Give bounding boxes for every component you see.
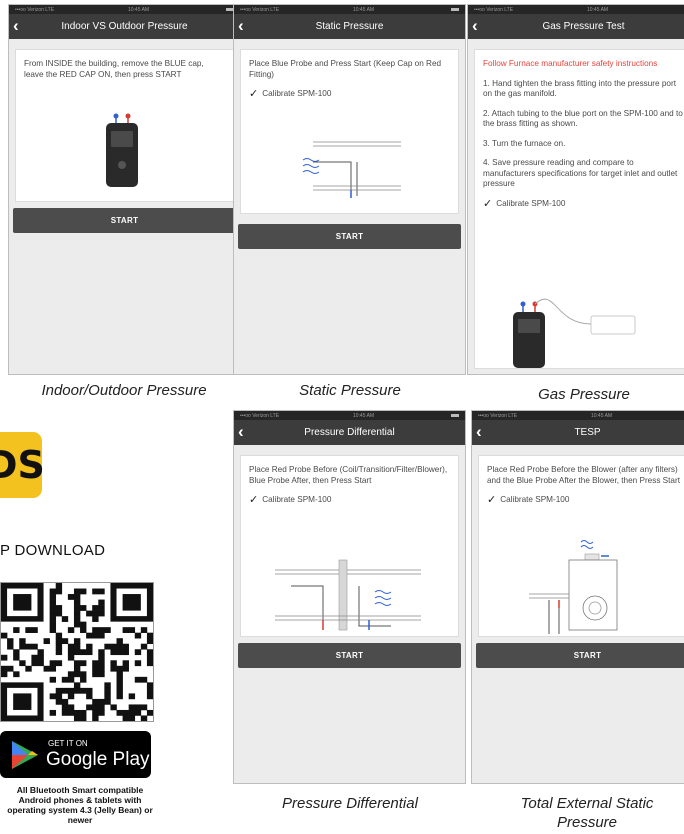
compatibility-main: All Bluetooth Smart compatible Android p… [7,785,153,815]
screen-title: Gas Pressure Test [542,21,625,32]
qr-code-icon [1,583,154,722]
nav-bar: ‹ Indoor VS Outdoor Pressure [9,14,240,39]
step-2: 2. Attach tubing to the blue port on the… [483,108,683,129]
nav-bar: ‹ Gas Pressure Test [468,14,684,39]
screen-title: Pressure Differential [304,427,395,438]
phone-static-pressure: •••oo Verizon LTE 10:45 AM ‹ Static Pres… [233,4,466,375]
step-3: 3. Turn the furnace on. [483,138,566,148]
phone-gas-pressure: •••oo Verizon LTE 10:45 AM ‹ Gas Pressur… [467,4,684,375]
duct-illustration [302,141,401,198]
calibrate-row[interactable]: ✓ Calibrate SPM-100 [249,495,450,506]
nav-bar: ‹ TESP [472,420,684,445]
carrier-label: •••oo Verizon LTE [478,412,518,419]
screen-title: TESP [574,427,601,438]
calibrate-row[interactable]: ✓ Calibrate SPM-100 [487,495,684,506]
battery-icon [448,413,459,419]
carrier-label: •••oo Verizon LTE [240,412,280,419]
start-button[interactable]: START [476,643,684,668]
download-heading: P DOWNLOAD [0,542,106,559]
checkmark-icon: ✓ [249,88,259,100]
instruction-card: Place Blue Probe and Press Start (Keep C… [240,49,459,214]
back-chevron-icon[interactable]: ‹ [13,16,19,36]
back-chevron-icon[interactable]: ‹ [238,422,244,442]
calibrate-label: Calibrate SPM-100 [496,198,566,208]
safety-warning: Follow Furnace manufacturer safety instr… [483,59,658,68]
gas-manifold-illustration [513,298,636,368]
checkmark-icon: ✓ [487,494,497,506]
checkmark-icon: ✓ [249,494,259,506]
checkmark-icon: ✓ [483,197,493,210]
carrier-label: •••oo Verizon LTE [474,6,514,13]
caption-pressure-differential: Pressure Differential [282,795,418,812]
instruction-card: Place Red Probe Before the Blower (after… [478,455,684,637]
instruction-text: Place Blue Probe and Press Start (Keep C… [249,59,442,79]
clock: 10:45 AM [352,6,375,13]
screen-title: Indoor VS Outdoor Pressure [61,21,188,32]
nav-bar: ‹ Static Pressure [234,14,465,39]
caption-tesp-line2: Pressure [556,814,618,831]
status-bar: •••oo Verizon LTE 10:45 AM [9,5,240,14]
calibrate-label: Calibrate SPM-100 [262,495,332,504]
status-bar: •••oo Verizon LTE 10:45 AM [234,411,465,420]
start-button[interactable]: START [238,643,461,668]
qr-code[interactable] [0,582,154,722]
play-store-icon [12,741,38,769]
phone-tesp: •••oo Verizon LTE 10:45 AM ‹ TESP Place … [471,410,684,784]
step-1: 1. Hand tighten the brass fitting into t… [483,78,676,99]
status-bar: •••oo Verizon LTE 10:45 AM [468,5,684,14]
compatibility-tail: newer [67,815,93,825]
caption-static-pressure: Static Pressure [299,382,401,399]
google-play-label: Google Play [46,749,150,770]
phone-indoor-outdoor: •••oo Verizon LTE 10:45 AM ‹ Indoor VS O… [8,4,241,375]
instruction-card: From INSIDE the building, remove the BLU… [15,49,234,202]
caption-tesp-line1: Total External Static [520,795,654,812]
instruction-card: Follow Furnace manufacturer safety instr… [474,49,684,369]
instruction-text: From INSIDE the building, remove the BLU… [24,59,204,79]
caption-indoor-outdoor: Indoor/Outdoor Pressure [41,382,207,399]
back-chevron-icon[interactable]: ‹ [238,16,244,36]
blower-illustration [529,540,618,634]
instruction-card: Place Red Probe Before (Coil/Transition/… [240,455,459,637]
clock: 10:45 AM [590,412,613,419]
clock: 10:45 AM [352,412,375,419]
back-chevron-icon[interactable]: ‹ [472,16,478,36]
start-button[interactable]: START [238,224,461,249]
calibrate-row[interactable]: ✓ Calibrate SPM-100 [249,89,450,100]
step-4: 4. Save pressure reading and compare to … [483,158,678,188]
instruction-text: Place Red Probe Before the Blower (after… [487,465,680,485]
start-button[interactable]: START [13,208,236,233]
status-bar: •••oo Verizon LTE 10:45 AM [472,411,684,420]
coil-illustration [275,559,421,631]
status-bar: •••oo Verizon LTE 10:45 AM [234,5,465,14]
get-it-on-label: GET IT ON [48,739,88,748]
caption-tesp: Total External Static Pressure [467,794,684,832]
instruction-text: Place Red Probe Before (Coil/Transition/… [249,465,448,485]
compatibility-text: All Bluetooth Smart compatible Android p… [0,785,160,825]
google-play-button[interactable]: GET IT ON Google Play [0,731,151,778]
clock: 10:45 AM [127,6,150,13]
carrier-label: •••oo Verizon LTE [15,6,55,13]
clock: 10:45 AM [586,6,609,13]
caption-gas-pressure: Gas Pressure [538,386,630,403]
spm-meter-illustration [106,113,138,187]
phone-pressure-differential: •••oo Verizon LTE 10:45 AM ‹ Pressure Di… [233,410,466,784]
battery-icon [448,7,459,13]
calibrate-label: Calibrate SPM-100 [500,495,570,504]
calibrate-label: Calibrate SPM-100 [262,89,332,98]
carrier-label: •••oo Verizon LTE [240,6,280,13]
calibrate-row[interactable]: ✓ Calibrate SPM-100 [483,197,684,210]
back-chevron-icon[interactable]: ‹ [476,422,482,442]
app-store-badge-icon[interactable]: DS [0,432,45,498]
screen-title: Static Pressure [315,21,384,32]
nav-bar: ‹ Pressure Differential [234,420,465,445]
